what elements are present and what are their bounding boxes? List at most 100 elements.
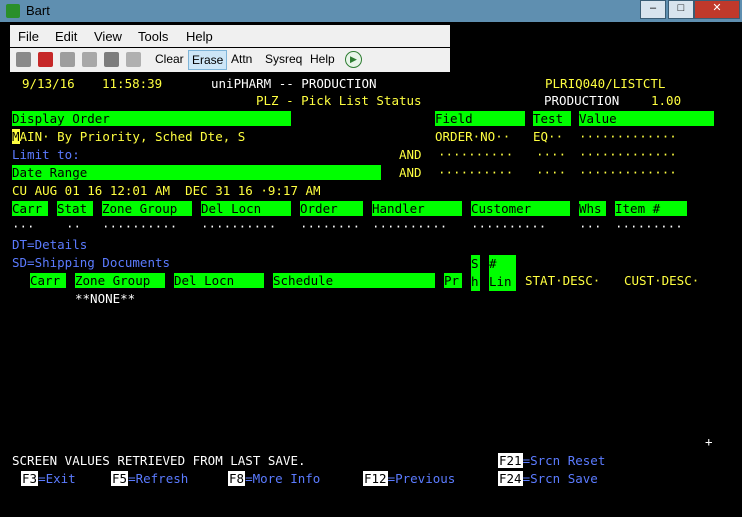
filter-locn-input[interactable]: ·········· (201, 219, 276, 234)
environment: PRODUCTION (544, 93, 620, 108)
f5-label: =Refresh (128, 471, 189, 486)
limit-to-label: Limit to: (12, 147, 80, 162)
f8-label: =More Info (245, 471, 321, 486)
minimize-icon[interactable]: – (640, 0, 666, 19)
filter-col-stat: Stat (57, 201, 93, 216)
print-icon[interactable] (104, 52, 119, 67)
display-order-input[interactable]: MAIN· By Priority, Sched Dte, S (12, 129, 245, 144)
menu-edit[interactable]: Edit (55, 29, 77, 44)
list-col-sh: S h (471, 255, 480, 291)
menu-tools[interactable]: Tools (138, 29, 168, 44)
header-time: 11:58:39 (102, 76, 163, 91)
filter-col-carr: Carr (12, 201, 48, 216)
help-button[interactable]: Help (307, 50, 338, 68)
close-icon[interactable]: ✕ (694, 0, 740, 19)
filter-col-order: Order (300, 201, 363, 216)
text-cursor: M (12, 129, 20, 144)
system-name: uniPHARM -- PRODUCTION (211, 76, 377, 91)
option-details: DT=Details (12, 237, 88, 252)
f24-key-name: F24 (498, 471, 523, 486)
menu-view[interactable]: View (94, 29, 122, 44)
and-label-2: AND (399, 165, 422, 180)
window-title: Bart (26, 3, 50, 18)
field1-input[interactable]: ORDER·NO·· (435, 129, 510, 144)
field3-input[interactable]: ·········· (438, 165, 513, 180)
filter-col-item: Item # (615, 201, 687, 216)
header-date: 9/13/16 (22, 76, 75, 91)
f24-label: =Srcn Save (522, 471, 598, 486)
list-col-zone-group: Zone Group (75, 273, 165, 288)
sysreq-button[interactable]: Sysreq (262, 50, 305, 68)
f3-key[interactable]: F3=Exit (21, 471, 76, 486)
list-col-stat-desc: STAT·DESC· (525, 273, 601, 288)
empty-list-message: **NONE** (75, 291, 136, 306)
list-col-cust-desc: CUST·DESC· (624, 273, 700, 288)
and-label-1: AND (399, 147, 422, 162)
version: 1.00 (651, 93, 682, 108)
menu-file[interactable]: File (18, 29, 39, 44)
test1-input[interactable]: EQ·· (533, 129, 563, 144)
filter-handler-input[interactable]: ·········· (372, 219, 447, 234)
settings-icon[interactable] (126, 52, 141, 67)
screen-title: PLZ - Pick List Status (256, 93, 422, 108)
status-message: SCREEN VALUES RETRIEVED FROM LAST SAVE. (12, 453, 306, 468)
f21-key[interactable]: F21=Srcn Reset (498, 453, 605, 468)
disconnect-icon[interactable] (16, 52, 31, 67)
toolbar: Clear Erase Attn Sysreq Help ▶ (10, 48, 450, 72)
list-col-schedule: Schedule (273, 273, 435, 288)
crosshair-icon: + (705, 434, 713, 449)
filter-order-input[interactable]: ········ (300, 219, 360, 234)
filter-stat-input[interactable]: ·· (66, 219, 81, 234)
test3-input[interactable]: ···· (536, 165, 566, 180)
play-icon[interactable]: ▶ (345, 51, 362, 68)
cut-icon[interactable] (38, 52, 53, 67)
menu-help[interactable]: Help (186, 29, 213, 44)
f8-key[interactable]: F8=More Info (228, 471, 320, 486)
f5-key[interactable]: F5=Refresh (111, 471, 188, 486)
maximize-icon[interactable]: □ (668, 0, 694, 19)
program-id: PLRIQ040/LISTCTL (545, 76, 666, 91)
value2-input[interactable]: ············· (579, 147, 677, 162)
f5-key-name: F5 (111, 471, 129, 486)
f3-label: =Exit (38, 471, 76, 486)
terminal-screen[interactable]: 9/13/16 11:58:39 uniPHARM -- PRODUCTION … (0, 72, 742, 517)
toolbar-spacer (450, 22, 742, 72)
list-col-carr: Carr (30, 273, 66, 288)
f21-label: =Srcn Reset (522, 453, 606, 468)
filter-col-zone-group: Zone Group (102, 201, 192, 216)
filter-col-whs: Whs (579, 201, 606, 216)
filter-col-customer: Customer (471, 201, 570, 216)
menu-bar: File Edit View Tools Help (10, 25, 450, 47)
date-range-input[interactable]: CU AUG 01 16 12:01 AM DEC 31 16 ·9:17 AM (12, 183, 321, 198)
field2-input[interactable]: ·········· (438, 147, 513, 162)
option-shipping-docs: SD=Shipping Documents (12, 255, 171, 270)
field-header: Field (435, 111, 525, 126)
list-col-del-locn: Del Locn (174, 273, 264, 288)
f24-key[interactable]: F24=Srcn Save (498, 471, 598, 486)
f8-key-name: F8 (228, 471, 246, 486)
attn-button[interactable]: Attn (228, 50, 255, 68)
f12-label: =Previous (387, 471, 456, 486)
filter-item-input[interactable]: ········· (615, 219, 683, 234)
test2-input[interactable]: ···· (536, 147, 566, 162)
list-col-lin: # Lin (489, 255, 516, 291)
paste-icon[interactable] (82, 52, 97, 67)
copy-icon[interactable] (60, 52, 75, 67)
display-order-value: AIN· By Priority, Sched Dte, S (19, 129, 246, 144)
value1-input[interactable]: ············· (579, 129, 677, 144)
filter-col-del-locn: Del Locn (201, 201, 291, 216)
filter-carr-input[interactable]: ··· (12, 219, 35, 234)
filter-zone-input[interactable]: ·········· (102, 219, 177, 234)
f21-key-name: F21 (498, 453, 523, 468)
value3-input[interactable]: ············· (579, 165, 677, 180)
date-range-label: Date Range (12, 165, 381, 180)
filter-customer-input[interactable]: ·········· (471, 219, 546, 234)
erase-button[interactable]: Erase (188, 50, 228, 70)
f12-key[interactable]: F12=Previous (363, 471, 455, 486)
list-col-pr: Pr (444, 273, 462, 288)
filter-whs-input[interactable]: ··· (579, 219, 602, 234)
test-header: Test (533, 111, 571, 126)
app-icon (6, 4, 20, 18)
filter-col-handler: Handler (372, 201, 462, 216)
clear-button[interactable]: Clear (152, 50, 187, 68)
